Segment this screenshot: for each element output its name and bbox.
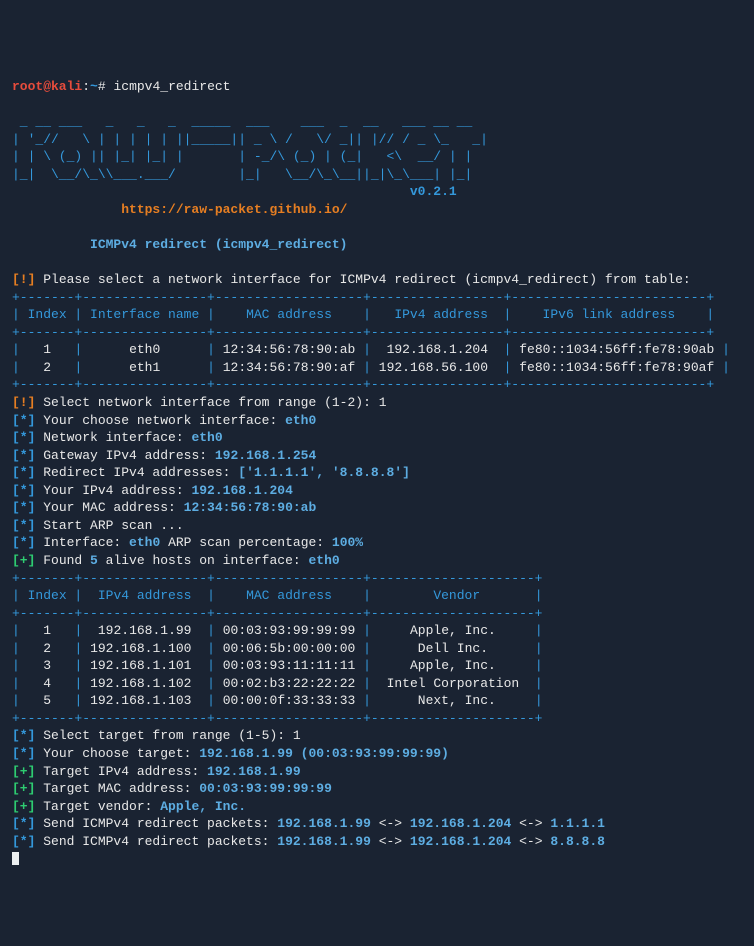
script-header: ICMPv4 redirect (icmpv4_redirect): [90, 237, 347, 252]
table2-header: | Index | IPv4 address | MAC address | V…: [12, 588, 543, 603]
table1-header: | Index | Interface name | MAC address |…: [12, 307, 714, 322]
terminal-output: root@kali:~# icmpv4_redirect _ __ ___ _ …: [12, 79, 730, 866]
command-text: icmpv4_redirect: [113, 79, 230, 94]
table-row: | 1 | 192.168.1.99 | 00:03:93:99:99:99 |…: [12, 623, 543, 638]
ascii-logo: _ __ ___ _ _ _ _____ ___ ___ _ __ ___ __…: [12, 114, 488, 182]
cursor[interactable]: [12, 852, 19, 865]
table-row: | 3 | 192.168.1.101 | 00:03:93:11:11:11 …: [12, 658, 543, 673]
plus-marker: [+]: [12, 553, 35, 568]
warn-marker: [!]: [12, 272, 35, 287]
prompt-user: root@kali: [12, 79, 82, 94]
project-url: https://raw-packet.github.io/: [121, 202, 347, 217]
table-row: | 2 | 192.168.1.100 | 00:06:5b:00:00:00 …: [12, 641, 543, 656]
table-row: | 1 | eth0 | 12:34:56:78:90:ab | 192.168…: [12, 342, 730, 357]
table-row: | 2 | eth1 | 12:34:56:78:90:af | 192.168…: [12, 360, 730, 375]
table-row: | 4 | 192.168.1.102 | 00:02:b3:22:22:22 …: [12, 676, 543, 691]
table-row: | 5 | 192.168.1.103 | 00:00:0f:33:33:33 …: [12, 693, 543, 708]
info-marker: [*]: [12, 413, 35, 428]
